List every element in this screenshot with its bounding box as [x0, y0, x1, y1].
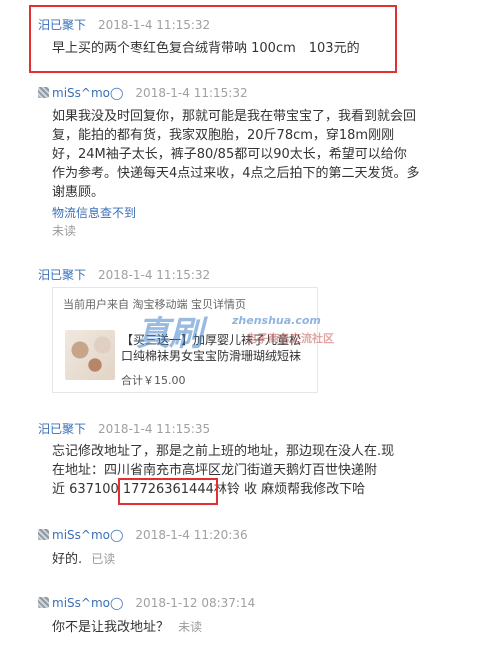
message-line: 作为参考。快递每天4点过来收，4点之后拍下的第二天发货。多: [52, 166, 420, 181]
highlight-box-phone-number: [118, 478, 218, 505]
read-status: 未读: [178, 620, 203, 634]
message-header: miSs^mo◯ 2018-1-4 11:15:32: [38, 82, 248, 101]
message-text: 如果我没及时回复你，那就可能是我在带宝宝了，我看到就会回 复，能拍的都有货，我家…: [52, 107, 422, 202]
seller-avatar-icon: [38, 87, 49, 98]
sender-name[interactable]: miSs^mo◯: [52, 86, 123, 100]
logistics-info-link[interactable]: 物流信息查不到: [52, 204, 136, 221]
watermark-domain: zhenshua.com: [232, 314, 321, 327]
sender-name[interactable]: miSs^mo◯: [52, 528, 123, 542]
message-line: 复，能拍的都有货，我家双胞胎，20斤78cm，穿18m刚刚: [52, 128, 395, 143]
message-time: 2018-1-4 11:15:32: [135, 86, 248, 100]
message-line: 在地址：四川省南充市高坪区龙门街道天鹅灯百世快递附: [52, 463, 378, 478]
message-time: 2018-1-12 08:37:14: [135, 596, 256, 610]
sender-name[interactable]: 汨已聚下: [38, 18, 86, 32]
message-header: miSs^mo◯ 2018-1-4 11:20:36: [38, 524, 248, 543]
sender-name[interactable]: miSs^mo◯: [52, 596, 123, 610]
watermark: 真刷 zhenshua.com 电子商务交流社区: [136, 300, 351, 360]
sender-name[interactable]: 汨已聚下: [38, 422, 86, 436]
message-time: 2018-1-4 11:20:36: [135, 528, 248, 542]
seller-avatar-icon: [38, 597, 49, 608]
product-thumbnail[interactable]: [65, 330, 115, 380]
product-price: 合计￥15.00: [121, 374, 186, 387]
message-line: 谢惠顾。: [52, 185, 105, 200]
message-text: 好的.: [52, 552, 83, 567]
watermark-logo: 真刷: [136, 314, 203, 354]
message-text: 早上买的两个枣红色复合绒背带呐 100cm 103元的: [52, 41, 360, 56]
message-line: 近 637100 17726361444林铃 收 麻烦帮我修改下哈: [52, 482, 366, 497]
message-time: 2018-1-4 11:15:32: [98, 18, 211, 32]
message-text: 忘记修改地址了，那是之前上班的地址，那边现在没人在.现 在地址：四川省南充市高坪…: [52, 442, 394, 499]
seller-avatar-icon: [38, 529, 49, 540]
message-row: 好的. 已读: [52, 548, 115, 569]
message-time: 2018-1-4 11:15:35: [98, 422, 211, 436]
message-time: 2018-1-4 11:15:32: [98, 268, 211, 282]
message-line: 好，24M袖子太长，裤子80/85都可以90太长，希望可以给你: [52, 147, 407, 162]
read-status: 已读: [91, 552, 116, 566]
message-text: 你不是让我改地址？: [52, 620, 170, 635]
message-header: 汨已聚下 2018-1-4 11:15:32: [38, 264, 210, 283]
message-line: 忘记修改地址了，那是之前上班的地址，那边现在没人在.现: [52, 444, 395, 459]
message-line: 如果我没及时回复你，那就可能是我在带宝宝了，我看到就会回: [52, 109, 417, 124]
read-status: 未读: [52, 224, 77, 238]
message-header: 汨已聚下 2018-1-4 11:15:35: [38, 418, 210, 437]
watermark-tagline: 电子商务交流社区: [246, 332, 334, 345]
message-header: miSs^mo◯ 2018-1-12 08:37:14: [38, 592, 255, 611]
sender-name[interactable]: 汨已聚下: [38, 268, 86, 282]
message-header: 汨已聚下 2018-1-4 11:15:32: [38, 14, 210, 33]
message-row: 你不是让我改地址？ 未读: [52, 616, 202, 637]
